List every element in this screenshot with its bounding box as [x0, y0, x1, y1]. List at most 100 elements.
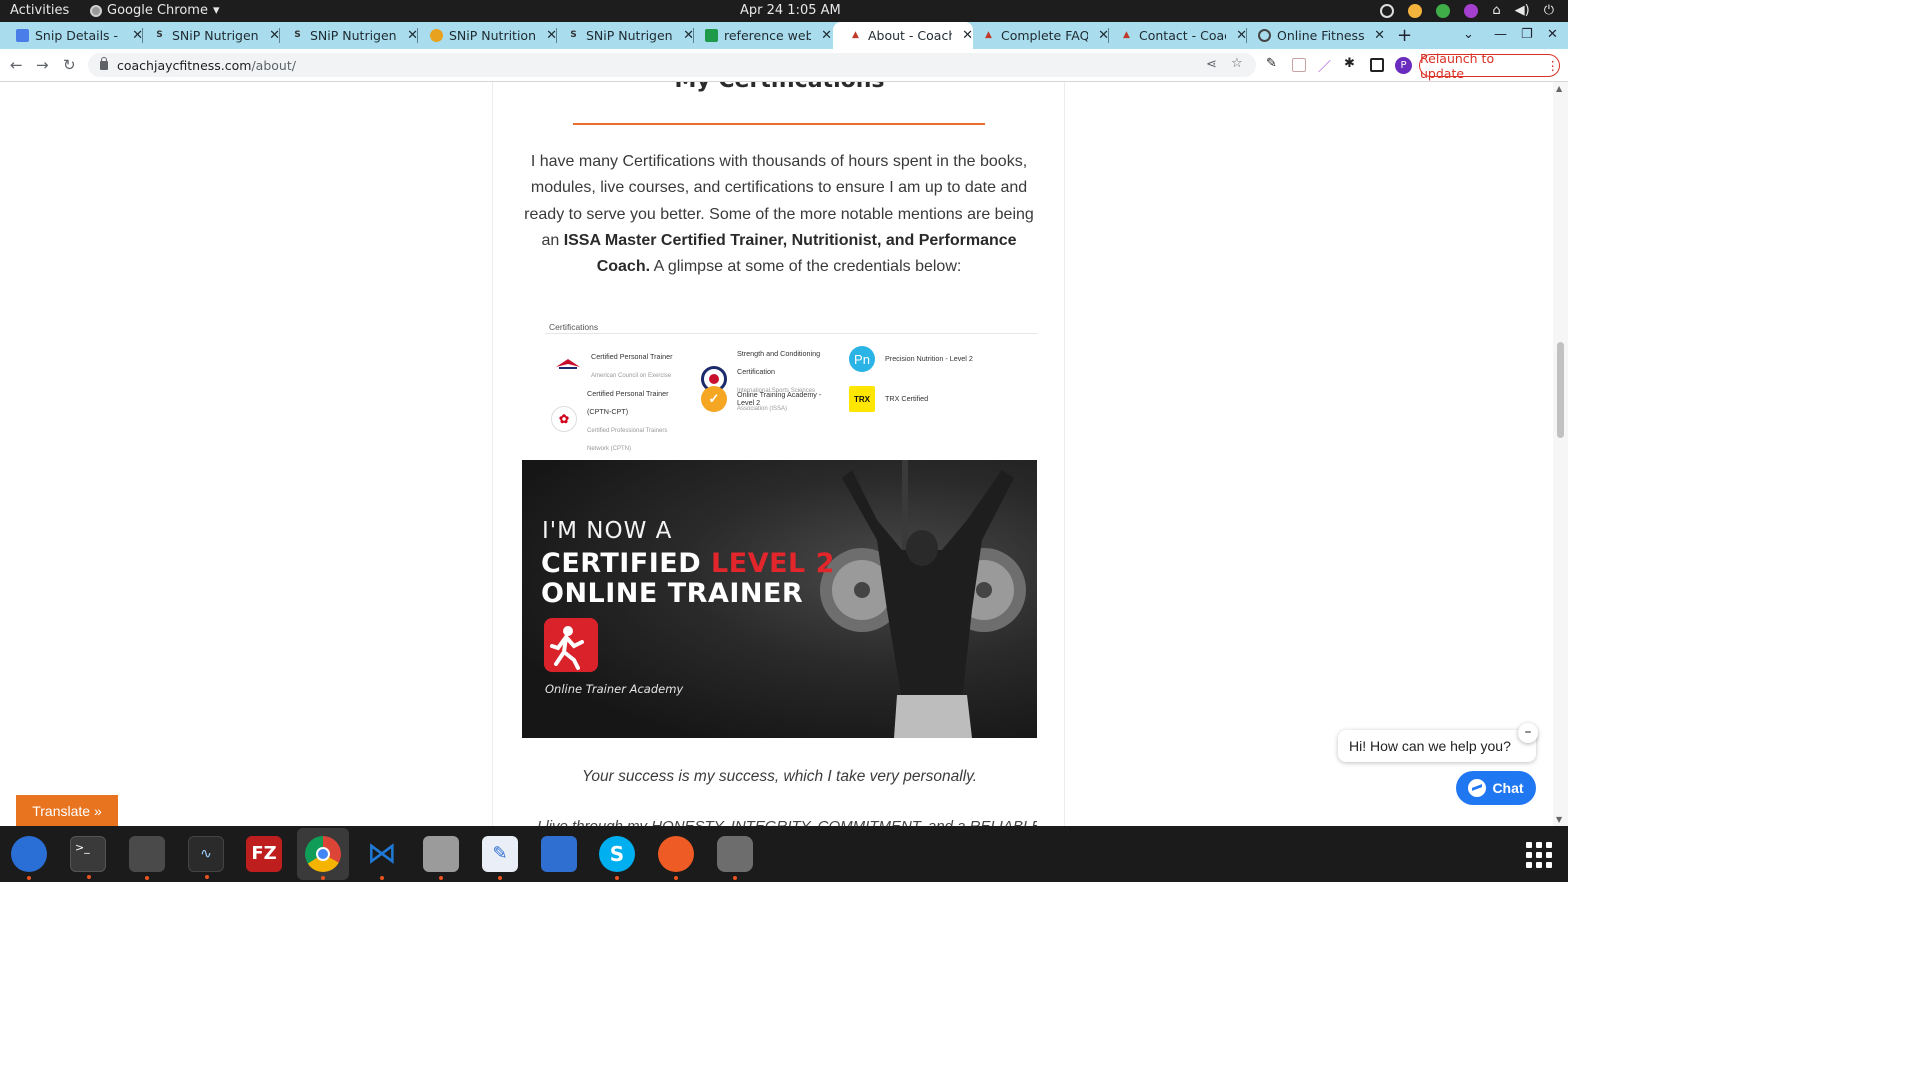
- tab-title: reference websites: [724, 28, 812, 43]
- cert-name: Certified Personal Trainer (CPTN-CPT): [587, 389, 669, 416]
- bookmark-star-icon[interactable]: ☆: [1231, 56, 1243, 71]
- vscode-icon[interactable]: ⋈: [364, 836, 400, 880]
- side-panel-icon[interactable]: [1370, 58, 1384, 72]
- activities-button[interactable]: Activities: [10, 3, 69, 18]
- close-icon[interactable]: ✕: [821, 28, 832, 43]
- app-name: Google Chrome: [107, 3, 208, 18]
- page-scrollbar[interactable]: ▲ ▼: [1553, 82, 1568, 826]
- thunderbird-icon[interactable]: [11, 836, 47, 880]
- snip-icon: S: [294, 30, 301, 40]
- files-icon[interactable]: [423, 836, 459, 880]
- text-editor-icon[interactable]: ✎: [482, 836, 518, 880]
- terminal-icon[interactable]: >_: [70, 836, 106, 879]
- tab-title: SNiP Nutrigenomics: [310, 28, 397, 43]
- tab-title: SNiP Nutrition: [449, 28, 536, 43]
- tab-title: About - Coach Jay C Fitness: [868, 28, 952, 43]
- eyedropper-extension-icon[interactable]: ✎: [1266, 56, 1280, 71]
- cert-name: Online Training Academy - Level 2: [737, 390, 822, 407]
- tab[interactable]: SNiP Nutrition ✕: [414, 22, 557, 49]
- url-domain: coachjaycfitness.com: [117, 57, 252, 73]
- calculator-icon[interactable]: [129, 836, 165, 880]
- cert-item: ✓ Online Training Academy - Level 2: [701, 386, 827, 412]
- promo-caption: Online Trainer Academy: [545, 682, 684, 696]
- chat-button[interactable]: Chat: [1456, 771, 1536, 805]
- running-indicator: [321, 876, 325, 880]
- system-monitor-icon[interactable]: ∿: [188, 836, 224, 879]
- pen-extension-icon[interactable]: ／: [1318, 56, 1332, 75]
- tab-strip: Snip Details - Google Docs ✕ S SNiP Nutr…: [0, 22, 1568, 49]
- system-tray[interactable]: ⌂ ◀) ⏻: [1380, 3, 1554, 18]
- network-icon[interactable]: ⌂: [1492, 3, 1500, 18]
- tab[interactable]: Snip Details - Google Docs ✕: [0, 22, 143, 49]
- app-menu[interactable]: Google Chrome ▾: [90, 3, 220, 18]
- close-icon[interactable]: ✕: [1374, 28, 1385, 43]
- cptn-logo-icon: ✿: [551, 406, 577, 432]
- share-icon[interactable]: ⋖: [1206, 57, 1217, 72]
- chrome-icon[interactable]: [305, 836, 341, 880]
- scroll-down-icon[interactable]: ▼: [1556, 815, 1562, 824]
- translate-button[interactable]: Translate »: [16, 795, 118, 826]
- reload-icon[interactable]: ↻: [63, 56, 76, 74]
- system-top-bar: Activities Google Chrome ▾ Apr 24 1:05 A…: [0, 0, 1568, 22]
- tab-title: Online Fitness: [1277, 28, 1365, 43]
- cert-item: TRX TRX Certified: [849, 386, 928, 412]
- filezilla-icon[interactable]: FZ: [246, 836, 282, 872]
- check-tray-icon[interactable]: [1436, 3, 1451, 18]
- back-icon[interactable]: ←: [10, 56, 23, 74]
- relaunch-button[interactable]: Relaunch to update ⋮: [1419, 51, 1560, 81]
- tab[interactable]: ▲ Contact - Coach Jay ✕: [1104, 22, 1247, 49]
- tab[interactable]: S SNiP Nutrigenomics ✕: [551, 22, 694, 49]
- cert-issuer: American Council on Exercise: [591, 373, 672, 379]
- chat-label: Chat: [1492, 780, 1524, 796]
- tab-active[interactable]: ▲ About - Coach Jay C Fitness ✕: [833, 22, 973, 49]
- new-tab-icon[interactable]: +: [1397, 25, 1412, 46]
- tab[interactable]: S SNiP Nutrigenomics ✕: [137, 22, 280, 49]
- show-applications-icon[interactable]: [1526, 842, 1552, 868]
- restore-icon[interactable]: ❐: [1521, 27, 1533, 42]
- running-indicator: [439, 876, 443, 880]
- tab-search-icon[interactable]: ⌄: [1463, 27, 1474, 42]
- running-indicator: [615, 876, 619, 880]
- promo-line-2: CERTIFIED LEVEL 2: [541, 548, 835, 579]
- tab[interactable]: S SNiP Nutrigenomics ✕: [275, 22, 418, 49]
- skype-icon[interactable]: S: [599, 836, 635, 880]
- minimize-chat-icon[interactable]: –: [1518, 723, 1538, 743]
- scrollbar-thumb[interactable]: [1557, 342, 1564, 438]
- minimize-icon[interactable]: —: [1494, 27, 1507, 42]
- chrome-tray-icon[interactable]: [1408, 3, 1423, 18]
- tab-title: SNiP Nutrigenomics: [172, 28, 259, 43]
- lock-tray-icon[interactable]: [1380, 3, 1395, 18]
- snip-nutrition-icon: [430, 29, 443, 42]
- tab[interactable]: Online Fitness ✕: [1242, 22, 1385, 49]
- extensions-puzzle-icon[interactable]: ✱: [1344, 56, 1358, 71]
- tab[interactable]: reference websites ✕: [689, 22, 832, 49]
- postman-icon[interactable]: [658, 836, 694, 880]
- heading-divider: [573, 123, 985, 125]
- running-indicator: [674, 876, 678, 880]
- coach-icon: ▲: [1123, 30, 1130, 40]
- disk-icon[interactable]: [717, 836, 753, 880]
- tab[interactable]: ▲ Complete FAQs ✕: [966, 22, 1109, 49]
- pn-logo-icon: Pn: [849, 346, 875, 372]
- promo-line-1: I'M NOW A: [542, 518, 673, 544]
- chat-prompt[interactable]: Hi! How can we help you?: [1338, 730, 1536, 762]
- paragraph-text: A glimpse at some of the credentials bel…: [650, 258, 962, 276]
- divider: [545, 333, 1037, 334]
- address-bar[interactable]: coachjaycfitness.com/about/ ⋖ ☆: [88, 53, 1256, 77]
- volume-icon[interactable]: ◀): [1515, 3, 1530, 18]
- promo-text: CERTIFIED: [541, 548, 712, 579]
- relaunch-label: Relaunch to update: [1420, 50, 1495, 81]
- scroll-up-icon[interactable]: ▲: [1556, 84, 1562, 93]
- lock-icon[interactable]: [100, 56, 108, 70]
- color-picker-tray-icon[interactable]: [1464, 3, 1479, 18]
- forward-icon[interactable]: →: [36, 56, 49, 74]
- ota-logo-icon: [544, 618, 598, 672]
- power-icon[interactable]: ⏻: [1544, 3, 1554, 18]
- profile-avatar[interactable]: P: [1395, 57, 1412, 74]
- clock[interactable]: Apr 24 1:05 AM: [740, 3, 841, 18]
- libreoffice-writer-icon[interactable]: [541, 836, 577, 872]
- browser-toolbar: ← → ↻ coachjaycfitness.com/about/ ⋖ ☆ ✎ …: [0, 49, 1568, 82]
- promo-line-3: ONLINE TRAINER: [541, 578, 804, 609]
- calendar-extension-icon[interactable]: [1292, 58, 1306, 72]
- close-window-icon[interactable]: ✕: [1547, 27, 1558, 42]
